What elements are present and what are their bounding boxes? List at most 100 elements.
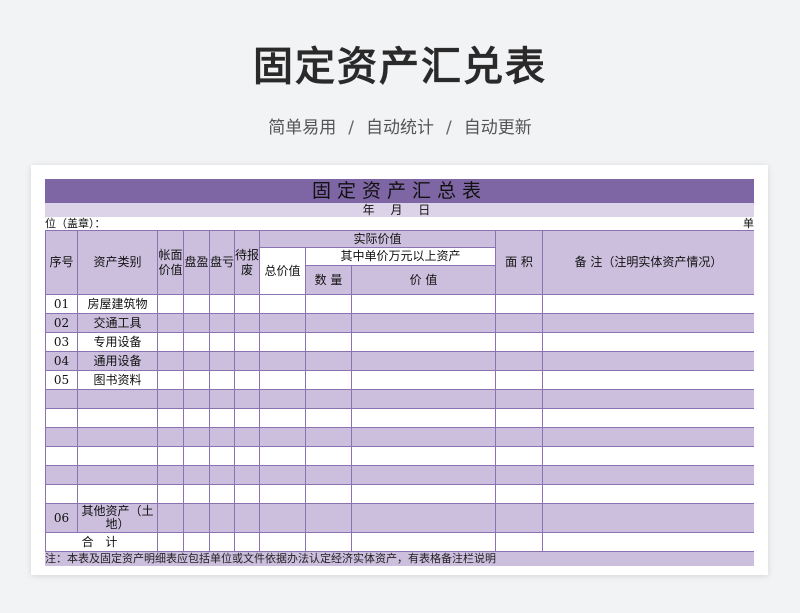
row-category[interactable]: 交通工具 [77,313,158,333]
cell[interactable] [259,332,306,352]
cell[interactable] [209,427,235,447]
cell[interactable] [183,313,210,333]
cell[interactable] [542,532,754,552]
row-category[interactable] [77,484,158,504]
cell[interactable] [183,484,210,504]
cell[interactable] [209,532,235,552]
cell[interactable] [234,503,260,533]
cell[interactable] [495,332,544,352]
cell[interactable] [183,446,210,466]
cell[interactable] [209,389,235,409]
cell[interactable] [259,370,306,390]
cell[interactable] [157,408,184,428]
cell[interactable] [259,532,306,552]
row-category[interactable]: 图书资料 [77,370,158,390]
cell[interactable] [350,465,497,485]
cell[interactable] [183,389,210,409]
cell[interactable] [495,313,544,333]
cell[interactable] [542,370,754,390]
cell[interactable] [234,532,260,552]
cell[interactable] [157,503,184,533]
row-category[interactable] [77,408,158,428]
cell[interactable] [542,408,754,428]
cell[interactable] [495,427,544,447]
cell[interactable] [157,351,184,371]
cell[interactable] [234,408,260,428]
row-category[interactable] [77,389,158,409]
cell[interactable] [542,465,754,485]
cell[interactable] [209,332,235,352]
row-seq[interactable]: 05 [45,370,78,390]
cell[interactable] [305,446,352,466]
cell[interactable] [183,408,210,428]
cell[interactable] [495,465,544,485]
cell[interactable] [495,351,544,371]
cell[interactable] [183,532,210,552]
row-category[interactable] [77,465,158,485]
row-category[interactable]: 通用设备 [77,351,158,371]
cell[interactable] [350,351,497,371]
cell[interactable] [305,427,352,447]
cell[interactable] [209,351,235,371]
cell[interactable] [350,446,497,466]
cell[interactable] [209,446,235,466]
cell[interactable] [350,532,497,552]
cell[interactable] [157,332,184,352]
cell[interactable] [259,389,306,409]
cell[interactable] [495,503,544,533]
cell[interactable] [234,332,260,352]
cell[interactable] [209,313,235,333]
cell[interactable] [157,294,184,314]
cell[interactable] [234,313,260,333]
cell[interactable] [259,484,306,504]
cell[interactable] [157,389,184,409]
cell[interactable] [259,313,306,333]
cell[interactable] [542,484,754,504]
cell[interactable] [350,484,497,504]
cell[interactable] [234,427,260,447]
cell[interactable] [350,294,497,314]
cell[interactable] [305,351,352,371]
cell[interactable] [305,408,352,428]
row-seq[interactable]: 06 [45,503,78,533]
cell[interactable] [259,427,306,447]
cell[interactable] [350,370,497,390]
cell[interactable] [495,370,544,390]
row-category[interactable]: 房屋建筑物 [77,294,158,314]
cell[interactable] [495,532,544,552]
cell[interactable] [542,351,754,371]
cell[interactable] [350,408,497,428]
cell[interactable] [305,503,352,533]
cell[interactable] [157,484,184,504]
cell[interactable] [350,427,497,447]
cell[interactable] [305,294,352,314]
cell[interactable] [157,532,184,552]
cell[interactable] [157,427,184,447]
cell[interactable] [157,313,184,333]
cell[interactable] [305,465,352,485]
row-seq[interactable] [45,465,78,485]
row-seq[interactable] [45,427,78,447]
cell[interactable] [542,446,754,466]
cell[interactable] [183,427,210,447]
cell[interactable] [157,465,184,485]
cell[interactable] [234,465,260,485]
cell[interactable] [495,294,544,314]
cell[interactable] [183,370,210,390]
cell[interactable] [259,294,306,314]
cell[interactable] [183,332,210,352]
cell[interactable] [350,313,497,333]
row-seq[interactable]: 04 [45,351,78,371]
cell[interactable] [542,294,754,314]
cell[interactable] [542,503,754,533]
cell[interactable] [350,332,497,352]
cell[interactable] [495,446,544,466]
cell[interactable] [209,408,235,428]
cell[interactable] [350,389,497,409]
cell[interactable] [183,294,210,314]
row-category[interactable]: 专用设备 [77,332,158,352]
row-seq[interactable]: 03 [45,332,78,352]
row-seq[interactable] [45,446,78,466]
row-seq[interactable]: 01 [45,294,78,314]
cell[interactable] [209,503,235,533]
